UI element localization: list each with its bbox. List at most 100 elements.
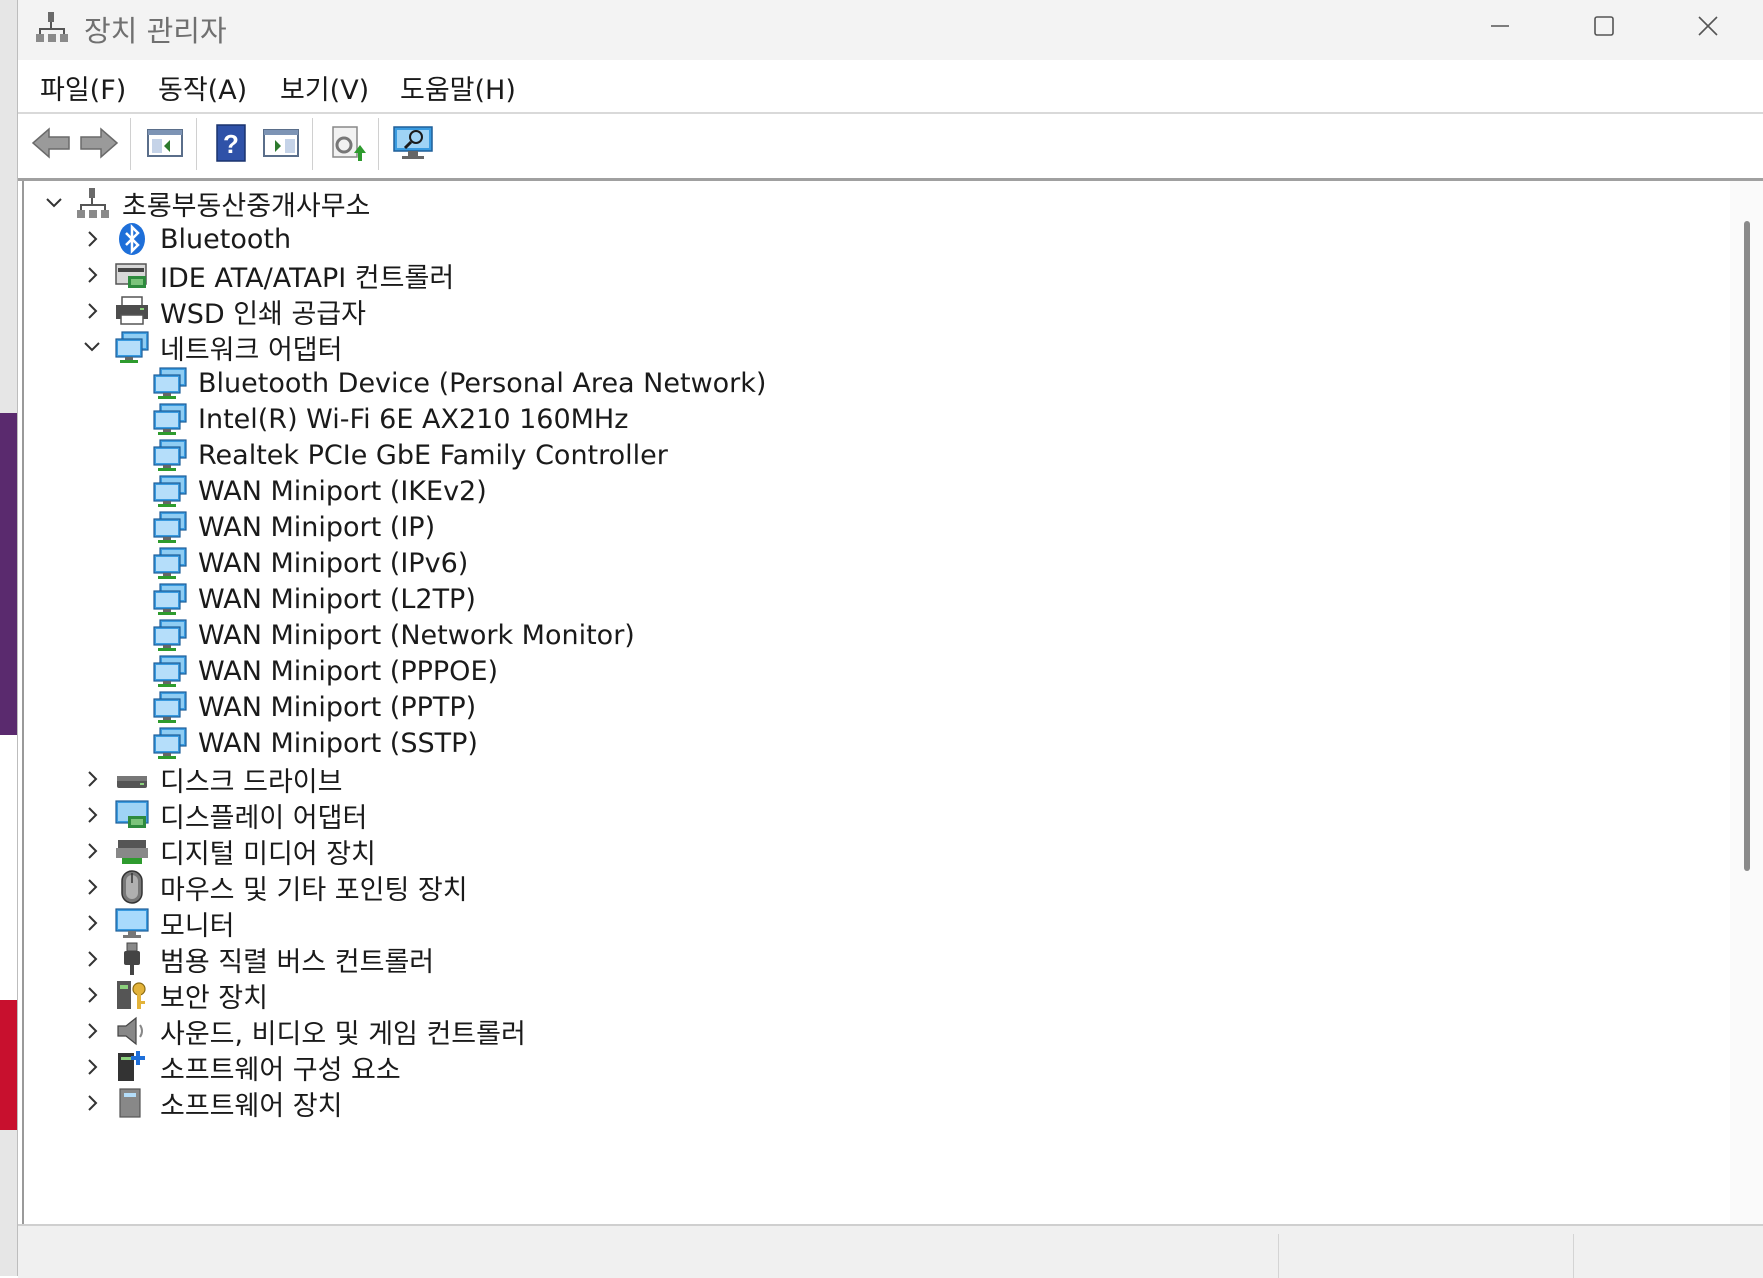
chevron-spacer [110, 579, 150, 619]
network-adapter-icon [112, 327, 152, 367]
tree-item-label: 디지털 미디어 장치 [160, 838, 376, 870]
toolbar-separator [312, 118, 313, 170]
tree-category-item[interactable]: IDE ATA/ATAPI 컨트롤러 [72, 255, 454, 295]
tree-device-item[interactable]: WAN Miniport (IPv6) [110, 543, 468, 583]
network-adapter-icon [150, 435, 190, 475]
chevron-right-icon[interactable] [72, 1047, 112, 1087]
tree-item-label: 디스크 드라이브 [160, 766, 343, 798]
tree-category-item[interactable]: 네트워크 어댑터 [72, 327, 342, 367]
help-icon: ? [216, 124, 246, 162]
maximize-button[interactable] [1552, 0, 1656, 52]
minimize-button[interactable] [1448, 0, 1552, 52]
desktop-background-red [0, 1000, 18, 1130]
network-adapter-icon [150, 363, 190, 403]
tree-category-item[interactable]: 범용 직렬 버스 컨트롤러 [72, 939, 434, 979]
chevron-right-icon[interactable] [72, 1011, 112, 1051]
update-driver-icon [332, 126, 366, 161]
tree-item-label: 마우스 및 기타 포인팅 장치 [160, 874, 468, 906]
chevron-right-icon[interactable] [72, 759, 112, 799]
tree-item-label: 초롱부동산중개사무소 [122, 190, 371, 222]
vertical-scrollbar[interactable] [1730, 181, 1763, 1224]
tree-device-item[interactable]: Bluetooth Device (Personal Area Network) [110, 363, 766, 403]
network-adapter-icon [150, 651, 190, 691]
tree-category-item[interactable]: WSD 인쇄 공급자 [72, 291, 366, 331]
tree-device-item[interactable]: WAN Miniport (SSTP) [110, 723, 478, 763]
tree-device-item[interactable]: WAN Miniport (IKEv2) [110, 471, 487, 511]
mouse-icon [112, 867, 152, 907]
desktop-background-blue [0, 735, 18, 1000]
tree-root-computer[interactable]: 초롱부동산중개사무소 [34, 183, 370, 223]
chevron-spacer [110, 651, 150, 691]
tree-device-item[interactable]: WAN Miniport (L2TP) [110, 579, 476, 619]
tree-item-label: 보안 장치 [160, 982, 268, 1014]
chevron-spacer [110, 435, 150, 475]
action-pane-button[interactable] [258, 120, 304, 166]
tree-device-item[interactable]: Realtek PCIe GbE Family Controller [110, 435, 668, 475]
status-bar-separator [1278, 1234, 1279, 1278]
chevron-right-icon[interactable] [72, 867, 112, 907]
update-driver-button[interactable] [324, 120, 370, 166]
chevron-spacer [110, 399, 150, 439]
tree-item-label: 네트워크 어댑터 [160, 334, 343, 366]
tree-category-item[interactable]: 디스플레이 어댑터 [72, 795, 367, 835]
tree-category-item[interactable]: 마우스 및 기타 포인팅 장치 [72, 867, 468, 907]
forward-icon [80, 127, 119, 159]
scan-hardware-button[interactable] [390, 120, 436, 166]
window-title: 장치 관리자 [84, 14, 227, 48]
tree-device-item[interactable]: Intel(R) Wi-Fi 6E AX210 160MHz [110, 399, 628, 439]
tree-category-item[interactable]: Bluetooth [72, 219, 291, 259]
tree-device-item[interactable]: WAN Miniport (IP) [110, 507, 435, 547]
menu-action[interactable]: 동작(A) [158, 68, 247, 107]
toolbar-separator [130, 118, 131, 170]
chevron-right-icon[interactable] [72, 255, 112, 295]
chevron-right-icon[interactable] [72, 939, 112, 979]
chevron-right-icon[interactable] [72, 1083, 112, 1123]
tree-category-item[interactable]: 소프트웨어 구성 요소 [72, 1047, 401, 1087]
display-adapter-icon [112, 795, 152, 835]
minimize-icon [1491, 25, 1509, 27]
security-device-icon [112, 975, 152, 1015]
tree-category-item[interactable]: 디스크 드라이브 [72, 759, 342, 799]
tree-item-label: WSD 인쇄 공급자 [160, 298, 366, 330]
tree-category-item[interactable]: 사운드, 비디오 및 게임 컨트롤러 [72, 1011, 526, 1051]
back-button[interactable] [28, 120, 74, 166]
toolbar-separator [196, 118, 197, 170]
chevron-right-icon[interactable] [72, 831, 112, 871]
chevron-down-icon[interactable] [72, 327, 112, 367]
tree-item-label: 사운드, 비디오 및 게임 컨트롤러 [160, 1018, 526, 1050]
title-bar[interactable]: 장치 관리자 [18, 0, 1763, 60]
tree-category-item[interactable]: 보안 장치 [72, 975, 268, 1015]
ide-controller-icon [112, 255, 152, 295]
tree-category-item[interactable]: 모니터 [72, 903, 235, 943]
scrollbar-thumb[interactable] [1744, 221, 1750, 871]
tree-category-item[interactable]: 소프트웨어 장치 [72, 1083, 342, 1123]
tree-category-item[interactable]: 디지털 미디어 장치 [72, 831, 376, 871]
chevron-right-icon[interactable] [72, 291, 112, 331]
tree-device-item[interactable]: WAN Miniport (Network Monitor) [110, 615, 635, 655]
tree-device-item[interactable]: WAN Miniport (PPTP) [110, 687, 476, 727]
software-device-icon [112, 1083, 152, 1123]
close-button[interactable] [1656, 0, 1760, 52]
chevron-right-icon[interactable] [72, 795, 112, 835]
menu-file[interactable]: 파일(F) [40, 68, 126, 107]
computer-icon [74, 183, 114, 223]
chevron-down-icon[interactable] [34, 183, 74, 223]
menu-view[interactable]: 보기(V) [280, 68, 369, 107]
tree-item-label: WAN Miniport (Network Monitor) [198, 619, 635, 651]
menu-help[interactable]: 도움말(H) [400, 68, 516, 107]
chevron-right-icon[interactable] [72, 975, 112, 1015]
usb-icon [112, 939, 152, 979]
action-pane-icon [263, 129, 299, 157]
speaker-icon [112, 1011, 152, 1051]
tree-device-item[interactable]: WAN Miniport (PPPOE) [110, 651, 498, 691]
help-button[interactable]: ? [208, 120, 254, 166]
tree-item-label: WAN Miniport (SSTP) [198, 727, 478, 759]
tree-item-label: 디스플레이 어댑터 [160, 802, 368, 834]
chevron-right-icon[interactable] [72, 219, 112, 259]
chevron-right-icon[interactable] [72, 903, 112, 943]
network-adapter-icon [150, 579, 190, 619]
device-tree[interactable]: 초롱부동산중개사무소 Bluetooth IDE ATA/ATAPI 컨트롤러 WSD… [22, 181, 1729, 1224]
printer-icon [112, 291, 152, 331]
forward-button[interactable] [76, 120, 122, 166]
show-hide-console-tree-button[interactable] [142, 120, 188, 166]
